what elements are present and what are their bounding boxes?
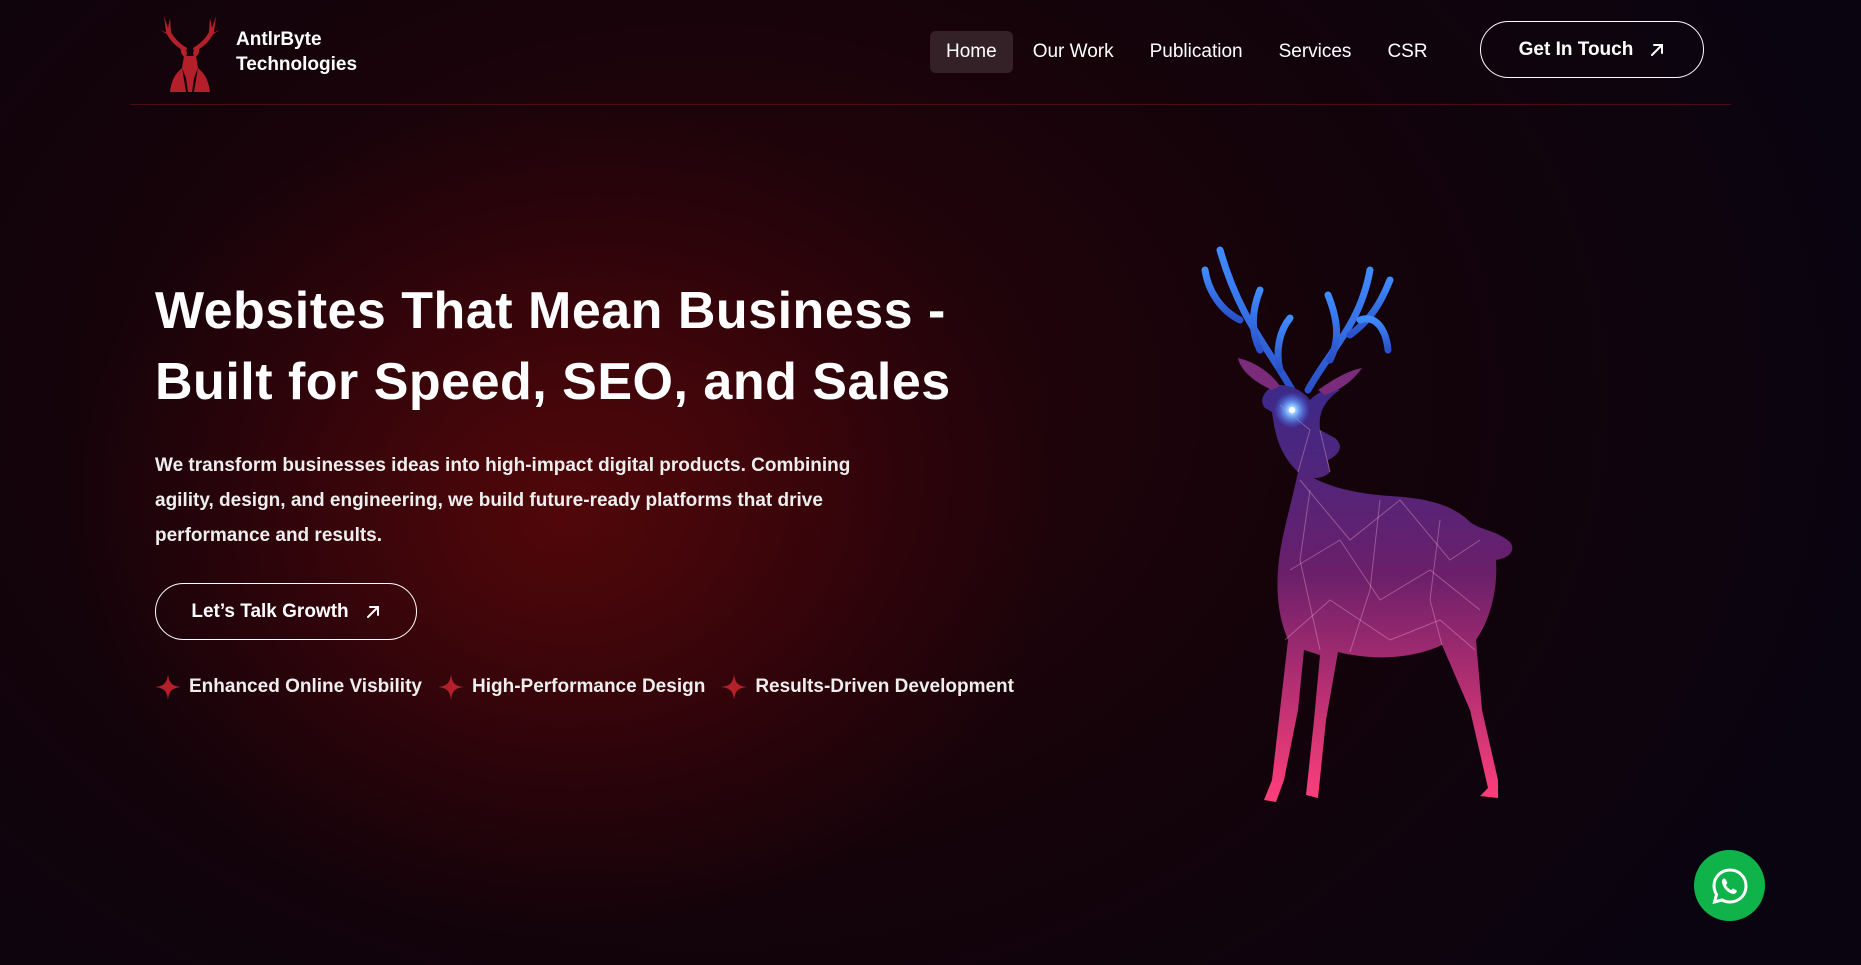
brand-name-line1: AntlrByte bbox=[236, 29, 322, 50]
arrow-up-right-icon bbox=[366, 605, 379, 618]
nav-item-our-work[interactable]: Our Work bbox=[1017, 31, 1130, 73]
lets-talk-growth-button[interactable]: Let’s Talk Growth bbox=[155, 583, 417, 640]
feature-label: Results-Driven Development bbox=[755, 676, 1014, 697]
feature-label: Enhanced Online Visbility bbox=[189, 676, 422, 697]
nav-item-services[interactable]: Services bbox=[1263, 31, 1368, 73]
whatsapp-icon bbox=[1711, 867, 1748, 904]
brand-logo[interactable]: AntlrByte Technologies bbox=[156, 12, 357, 92]
feature-item: Results-Driven Development bbox=[721, 674, 1014, 700]
feature-item: High-Performance Design bbox=[437, 674, 706, 700]
hero-description: We transform businesses ideas into high-… bbox=[155, 455, 851, 546]
lets-talk-growth-label: Let’s Talk Growth bbox=[191, 600, 349, 622]
hero-title: Websites That Mean Business - Built for … bbox=[155, 276, 1055, 418]
hero-title-line1: Websites That Mean Business - bbox=[155, 282, 946, 340]
brand-name: AntlrByte Technologies bbox=[236, 27, 357, 77]
nav-item-publication[interactable]: Publication bbox=[1134, 31, 1259, 73]
deer-head-icon bbox=[160, 16, 220, 92]
nav-item-csr[interactable]: CSR bbox=[1371, 31, 1443, 73]
nav-item-home[interactable]: Home bbox=[930, 31, 1013, 73]
geometric-deer-illustration bbox=[1201, 246, 1513, 802]
four-point-star-icon bbox=[721, 674, 748, 700]
feature-list: Enhanced Online Visbility High-Performan… bbox=[155, 674, 1030, 700]
hero-title-line2: Built for Speed, SEO, and Sales bbox=[155, 353, 951, 411]
arrow-up-right-icon bbox=[1651, 43, 1664, 56]
feature-item: Enhanced Online Visbility bbox=[155, 674, 422, 700]
brand-name-line2: Technologies bbox=[236, 54, 358, 75]
site-header: AntlrByte Technologies Home Our Work Pub… bbox=[130, 0, 1731, 105]
get-in-touch-label: Get In Touch bbox=[1518, 38, 1634, 60]
get-in-touch-button[interactable]: Get In Touch bbox=[1480, 21, 1704, 78]
four-point-star-icon bbox=[437, 674, 464, 700]
landing-page: AntlrByte Technologies Home Our Work Pub… bbox=[0, 0, 1861, 965]
four-point-star-icon bbox=[155, 674, 181, 700]
main-nav: Home Our Work Publication Services CSR bbox=[930, 31, 1448, 73]
feature-label: High-Performance Design bbox=[471, 676, 706, 697]
whatsapp-button[interactable] bbox=[1694, 850, 1765, 921]
